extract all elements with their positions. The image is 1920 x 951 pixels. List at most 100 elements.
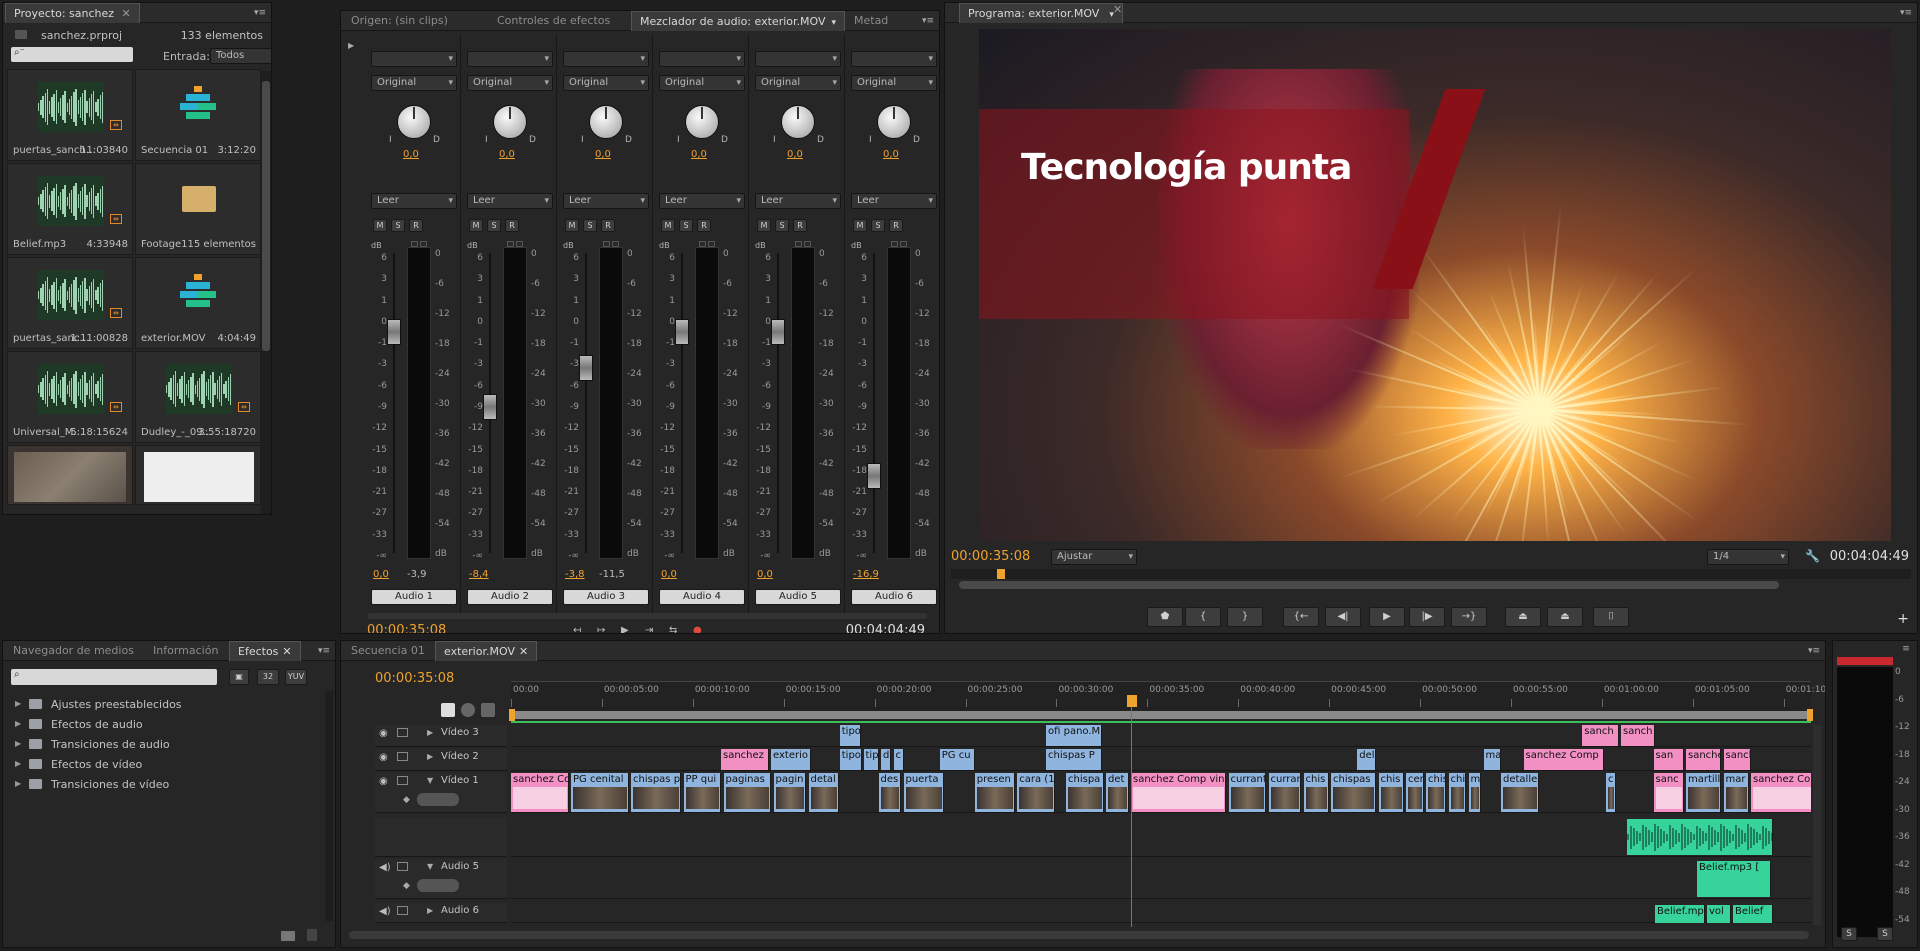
record-icon[interactable]: ●: [693, 625, 705, 633]
expand-track-icon[interactable]: ▶: [427, 752, 433, 761]
audio-clip[interactable]: Belief.mp3 [: [1697, 861, 1771, 897]
track-lane[interactable]: [511, 817, 1811, 857]
video-clip[interactable]: chispa: [1066, 773, 1104, 812]
video-clip[interactable]: mar: [1723, 773, 1749, 812]
channel-name[interactable]: Audio 2: [467, 589, 553, 605]
volume-fader[interactable]: [867, 463, 881, 489]
close-icon[interactable]: ✕: [519, 645, 528, 658]
channel-name[interactable]: Audio 1: [371, 589, 457, 605]
video-clip[interactable]: tip: [863, 749, 879, 770]
video-clip[interactable]: tipo: [839, 725, 861, 746]
tab-exterior-mov[interactable]: exterior.MOV ✕: [435, 641, 538, 661]
goto-out-icon[interactable]: →}: [1451, 607, 1487, 627]
eye-icon[interactable]: ◉: [379, 776, 388, 787]
video-clip[interactable]: del: [1357, 749, 1376, 770]
play-icon[interactable]: ▶: [1369, 607, 1405, 627]
nested-sequence-clip[interactable]: sancl: [1723, 749, 1751, 770]
marker-icon[interactable]: ⬟: [1147, 607, 1183, 627]
loop-icon[interactable]: ⇆: [669, 625, 681, 633]
tab-informacion[interactable]: Información: [145, 641, 226, 661]
sync-lock-icon[interactable]: [397, 776, 408, 785]
effects-dropdown[interactable]: [755, 51, 841, 67]
timeline-h-scrollbar[interactable]: [349, 931, 1809, 939]
record-button[interactable]: R: [601, 219, 615, 232]
close-icon[interactable]: ✕: [1113, 3, 1122, 16]
automation-mode-dropdown[interactable]: Leer: [563, 193, 649, 209]
solo-button[interactable]: S: [679, 219, 693, 232]
automation-mode-dropdown[interactable]: Leer: [755, 193, 841, 209]
record-button[interactable]: R: [793, 219, 807, 232]
video-clip[interactable]: paginas: [723, 773, 771, 812]
volume-fader[interactable]: [771, 319, 785, 345]
video-clip[interactable]: puerta: [903, 773, 944, 812]
nested-sequence-clip[interactable]: sanc: [1653, 773, 1684, 812]
mute-button[interactable]: M: [469, 219, 483, 232]
panel-menu-icon[interactable]: ≡: [1899, 643, 1913, 655]
video-clip[interactable]: PG cenital: [571, 773, 629, 812]
extract-icon[interactable]: ⏏: [1547, 607, 1583, 627]
audio-clip[interactable]: [1627, 819, 1773, 855]
track-lane[interactable]: sanchez exterio tipo tip d c PG cu chispas P del…: [511, 749, 1811, 771]
video-clip[interactable]: pagin: [773, 773, 806, 812]
video-clip[interactable]: chispas p: [631, 773, 681, 812]
automation-mode-dropdown[interactable]: Leer: [851, 193, 937, 209]
solo-button[interactable]: S: [391, 219, 405, 232]
video-clip[interactable]: d: [881, 749, 891, 770]
timeline-v-scrollbar[interactable]: [1813, 725, 1821, 925]
mute-button[interactable]: M: [565, 219, 579, 232]
solo-button[interactable]: S: [583, 219, 597, 232]
expand-track-icon[interactable]: ▼: [427, 776, 433, 785]
tab-metadatos[interactable]: Metad: [846, 11, 896, 31]
track-lane[interactable]: Belief.mp3 [: [511, 859, 1811, 899]
tab-project[interactable]: Proyecto: sanchez ✕: [5, 3, 140, 23]
audio-clip[interactable]: vol: [1707, 905, 1731, 923]
video-clip[interactable]: m: [1468, 773, 1481, 812]
preset-dropdown[interactable]: Original: [659, 75, 745, 91]
preset-dropdown[interactable]: Original: [467, 75, 553, 91]
nested-sequence-clip[interactable]: san: [1653, 749, 1684, 770]
mixer-timecode-current[interactable]: 00:00:35:08: [367, 623, 446, 633]
solo-button[interactable]: S: [775, 219, 789, 232]
play-icon[interactable]: ▶: [621, 625, 633, 633]
project-item[interactable]: ⇹ puertas_sanc… 1:11:00828: [7, 257, 133, 349]
record-button[interactable]: R: [889, 219, 903, 232]
effects-search-input[interactable]: ⌕: [11, 669, 217, 685]
nested-sequence-clip[interactable]: sanchez Comp: [1751, 773, 1811, 812]
video-clip[interactable]: martill: [1686, 773, 1721, 812]
speaker-icon[interactable]: ◀): [379, 906, 391, 917]
video-clip[interactable]: cer: [1406, 773, 1424, 812]
new-bin-icon[interactable]: [281, 931, 295, 941]
pan-value[interactable]: 0,0: [403, 149, 419, 160]
goto-out-icon[interactable]: ↦: [597, 625, 609, 633]
project-search-input[interactable]: ⌕⁻: [11, 47, 133, 62]
tab-navegador-medios[interactable]: Navegador de medios: [5, 641, 142, 661]
step-forward-icon[interactable]: |▶: [1409, 607, 1445, 627]
mixer-scrollbar[interactable]: [367, 613, 927, 619]
disclosure-triangle-icon[interactable]: ▶: [15, 699, 21, 708]
program-zoom-bar[interactable]: [959, 581, 1779, 589]
eye-icon[interactable]: ◉: [379, 752, 388, 763]
record-button[interactable]: R: [505, 219, 519, 232]
project-item[interactable]: exterior.MOV 4:04:49: [135, 257, 261, 349]
project-item[interactable]: Footage 115 elementos: [135, 163, 261, 255]
video-clip[interactable]: c: [1606, 773, 1616, 812]
automation-mode-dropdown[interactable]: Leer: [467, 193, 553, 209]
video-clip[interactable]: ma: [1483, 749, 1501, 770]
volume-value[interactable]: -3,8: [565, 569, 585, 580]
video-clip[interactable]: tipo: [839, 749, 863, 770]
pan-value[interactable]: 0,0: [787, 149, 803, 160]
effects-dropdown[interactable]: [659, 51, 745, 67]
linked-selection-icon[interactable]: [461, 703, 475, 717]
effects-scrollbar[interactable]: [325, 691, 333, 921]
panel-menu-icon[interactable]: ▾≡: [1899, 7, 1913, 19]
record-button[interactable]: R: [697, 219, 711, 232]
32bit-effects-button[interactable]: 32: [257, 669, 279, 685]
keyframe-nav-icon[interactable]: ◆: [403, 795, 410, 805]
project-item[interactable]: ⇹ puertas_sanch… 11:03840: [7, 69, 133, 161]
volume-fader[interactable]: [387, 319, 401, 345]
mark-out-icon[interactable]: }: [1227, 607, 1263, 627]
disclosure-triangle-icon[interactable]: ▶: [15, 759, 21, 768]
project-item[interactable]: ⇹ Belief.mp3 4:33948: [7, 163, 133, 255]
video-clip[interactable]: ofi pano.M: [1046, 725, 1103, 746]
video-clip[interactable]: PP qui: [683, 773, 721, 812]
